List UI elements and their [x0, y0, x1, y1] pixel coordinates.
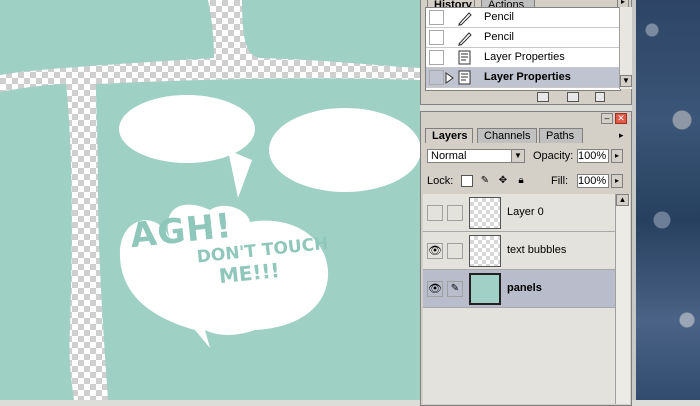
layer-name: panels: [507, 282, 542, 294]
link-toggle[interactable]: [447, 205, 463, 221]
lock-all-icon[interactable]: 🔒︎: [515, 175, 527, 187]
opacity-input[interactable]: 100%: [577, 149, 609, 163]
history-item-label: Pencil: [484, 31, 514, 43]
layer-properties-icon: [458, 70, 471, 85]
history-item[interactable]: Pencil: [426, 8, 620, 28]
history-item[interactable]: Pencil: [426, 28, 620, 48]
visibility-toggle[interactable]: [427, 205, 443, 221]
tab-layers[interactable]: Layers: [425, 128, 473, 143]
lock-transparency-icon[interactable]: [461, 175, 473, 187]
eye-icon[interactable]: 👁︎: [427, 243, 443, 259]
layers-panel: – ✕ Layers Channels Paths ▸ Normal ▼ Opa…: [420, 111, 632, 406]
lock-position-icon[interactable]: ✥: [497, 175, 509, 187]
layer-list: Layer 0 👁︎ text bubbles 👁︎ ✎ panels: [423, 194, 615, 404]
fill-label: Fill:: [551, 175, 569, 187]
history-item-label: Pencil: [484, 11, 514, 23]
new-document-from-state-icon[interactable]: [537, 92, 549, 102]
layers-menu-button[interactable]: ▸: [619, 130, 624, 141]
close-icon[interactable]: ✕: [615, 113, 627, 124]
history-scrollbar[interactable]: ▼: [619, 7, 632, 89]
history-snapshot-checkbox[interactable]: [429, 50, 444, 65]
opacity-label: Opacity:: [533, 150, 574, 162]
layers-scrollbar[interactable]: ▲: [615, 194, 630, 404]
minimize-icon[interactable]: –: [601, 113, 613, 124]
paintbrush-icon[interactable]: ✎: [447, 281, 463, 297]
comic-artwork: [0, 0, 420, 400]
layer-thumbnail: [469, 235, 501, 267]
scroll-up-button[interactable]: ▲: [616, 194, 629, 206]
layer-row-layer-0[interactable]: Layer 0: [423, 194, 615, 232]
layer-properties-icon: [458, 50, 471, 65]
scroll-down-button[interactable]: ▼: [620, 75, 632, 87]
history-list: Pencil Pencil Layer Properties Layer Pro…: [425, 7, 621, 91]
opacity-slider-button[interactable]: ▸: [611, 149, 623, 163]
history-item-label: Layer Properties: [484, 71, 571, 83]
fill-input[interactable]: 100%: [577, 174, 609, 188]
history-panel: History Actions ▸ Pencil Pencil Layer Pr…: [420, 0, 632, 105]
history-snapshot-checkbox[interactable]: [429, 70, 444, 85]
lock-label: Lock:: [427, 175, 454, 187]
create-snapshot-icon[interactable]: [567, 92, 579, 102]
layer-thumbnail: [469, 197, 501, 229]
fill-slider-button[interactable]: ▸: [611, 174, 623, 188]
link-toggle[interactable]: [447, 243, 463, 259]
layer-row-panels[interactable]: 👁︎ ✎ panels: [423, 270, 615, 308]
blend-mode-select[interactable]: Normal ▼: [427, 149, 525, 163]
eye-icon[interactable]: 👁︎: [427, 281, 443, 297]
history-snapshot-checkbox[interactable]: [429, 30, 444, 45]
history-snapshot-checkbox[interactable]: [429, 10, 444, 25]
lock-image-pixels-icon[interactable]: ✎: [479, 175, 491, 187]
layer-row-text-bubbles[interactable]: 👁︎ text bubbles: [423, 232, 615, 270]
history-footer: [421, 90, 631, 104]
pencil-icon: [458, 32, 472, 46]
tab-paths[interactable]: Paths: [539, 128, 583, 143]
layer-thumbnail: [469, 273, 501, 305]
history-item-selected[interactable]: Layer Properties: [426, 68, 620, 88]
layer-name: Layer 0: [507, 206, 544, 218]
history-state-slider-icon[interactable]: [445, 72, 454, 84]
layers-panel-titlebar[interactable]: – ✕: [421, 112, 631, 126]
panel-dock-edge: [632, 0, 636, 400]
history-item-label: Layer Properties: [484, 51, 565, 63]
background-photo: [632, 0, 700, 400]
pencil-icon: [458, 12, 472, 26]
history-item[interactable]: Layer Properties: [426, 48, 620, 68]
tab-channels[interactable]: Channels: [477, 128, 537, 143]
blend-mode-value: Normal: [431, 150, 467, 162]
layer-name: text bubbles: [507, 244, 567, 256]
chevron-down-icon: ▼: [511, 150, 524, 162]
document-canvas[interactable]: AGH! DON'T TOUCH ME!!!: [0, 0, 420, 400]
trash-icon[interactable]: [595, 92, 605, 102]
